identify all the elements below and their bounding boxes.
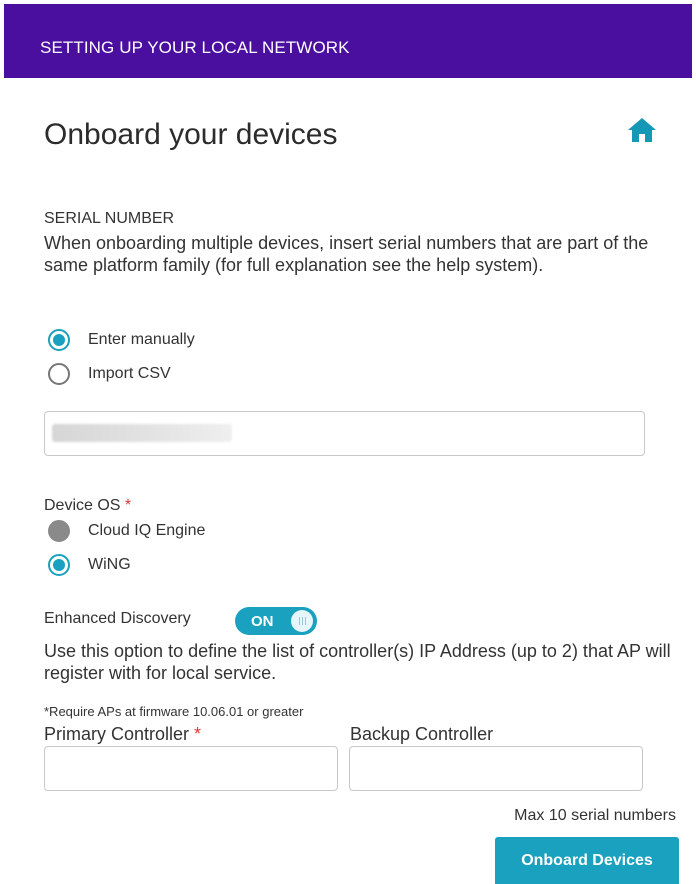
required-marker: * — [194, 724, 202, 744]
primary-controller-label: Primary Controller * — [44, 724, 201, 745]
radio-import-csv[interactable]: Import CSV — [48, 362, 171, 386]
enhanced-discovery-label: Enhanced Discovery — [44, 610, 191, 627]
max-serial-note: Max 10 serial numbers — [514, 807, 676, 824]
primary-controller-input[interactable] — [44, 746, 338, 791]
radio-label: Cloud IQ Engine — [88, 522, 206, 539]
radio-label: WiNG — [88, 556, 131, 573]
enhanced-discovery-toggle[interactable]: ON — [235, 607, 317, 635]
redacted-serial-value — [52, 424, 232, 442]
page-title: Onboard your devices — [44, 118, 338, 151]
radio-label: Enter manually — [88, 331, 195, 348]
onboard-devices-button[interactable]: Onboard Devices — [495, 837, 679, 884]
radio-cloud-iq-engine[interactable]: Cloud IQ Engine — [48, 519, 205, 543]
radio-button-checked[interactable] — [48, 554, 70, 576]
radio-enter-manually[interactable]: Enter manually — [48, 328, 195, 352]
backup-controller-label: Backup Controller — [350, 724, 494, 744]
header-title: SETTING UP YOUR LOCAL NETWORK — [40, 38, 350, 57]
radio-button-disabled — [48, 520, 70, 542]
enhanced-discovery-description: Use this option to define the list of co… — [44, 641, 671, 683]
home-icon[interactable] — [626, 116, 658, 144]
device-os-label-text: Device OS — [44, 497, 121, 514]
toggle-state-text: ON — [251, 613, 274, 630]
backup-controller-input[interactable] — [349, 746, 643, 791]
required-marker: * — [124, 497, 132, 514]
radio-label: Import CSV — [88, 365, 171, 382]
radio-button[interactable] — [48, 363, 70, 385]
radio-wing[interactable]: WiNG — [48, 553, 131, 577]
primary-controller-label-text: Primary Controller — [44, 724, 190, 744]
header-banner: SETTING UP YOUR LOCAL NETWORK — [4, 4, 692, 78]
serial-number-description: When onboarding multiple devices, insert… — [44, 233, 649, 275]
serial-number-label: SERIAL NUMBER — [44, 210, 175, 227]
firmware-note: *Require APs at firmware 10.06.01 or gre… — [44, 704, 304, 719]
device-os-label: Device OS * — [44, 497, 131, 515]
toggle-knob[interactable] — [291, 610, 313, 632]
radio-button-checked[interactable] — [48, 329, 70, 351]
